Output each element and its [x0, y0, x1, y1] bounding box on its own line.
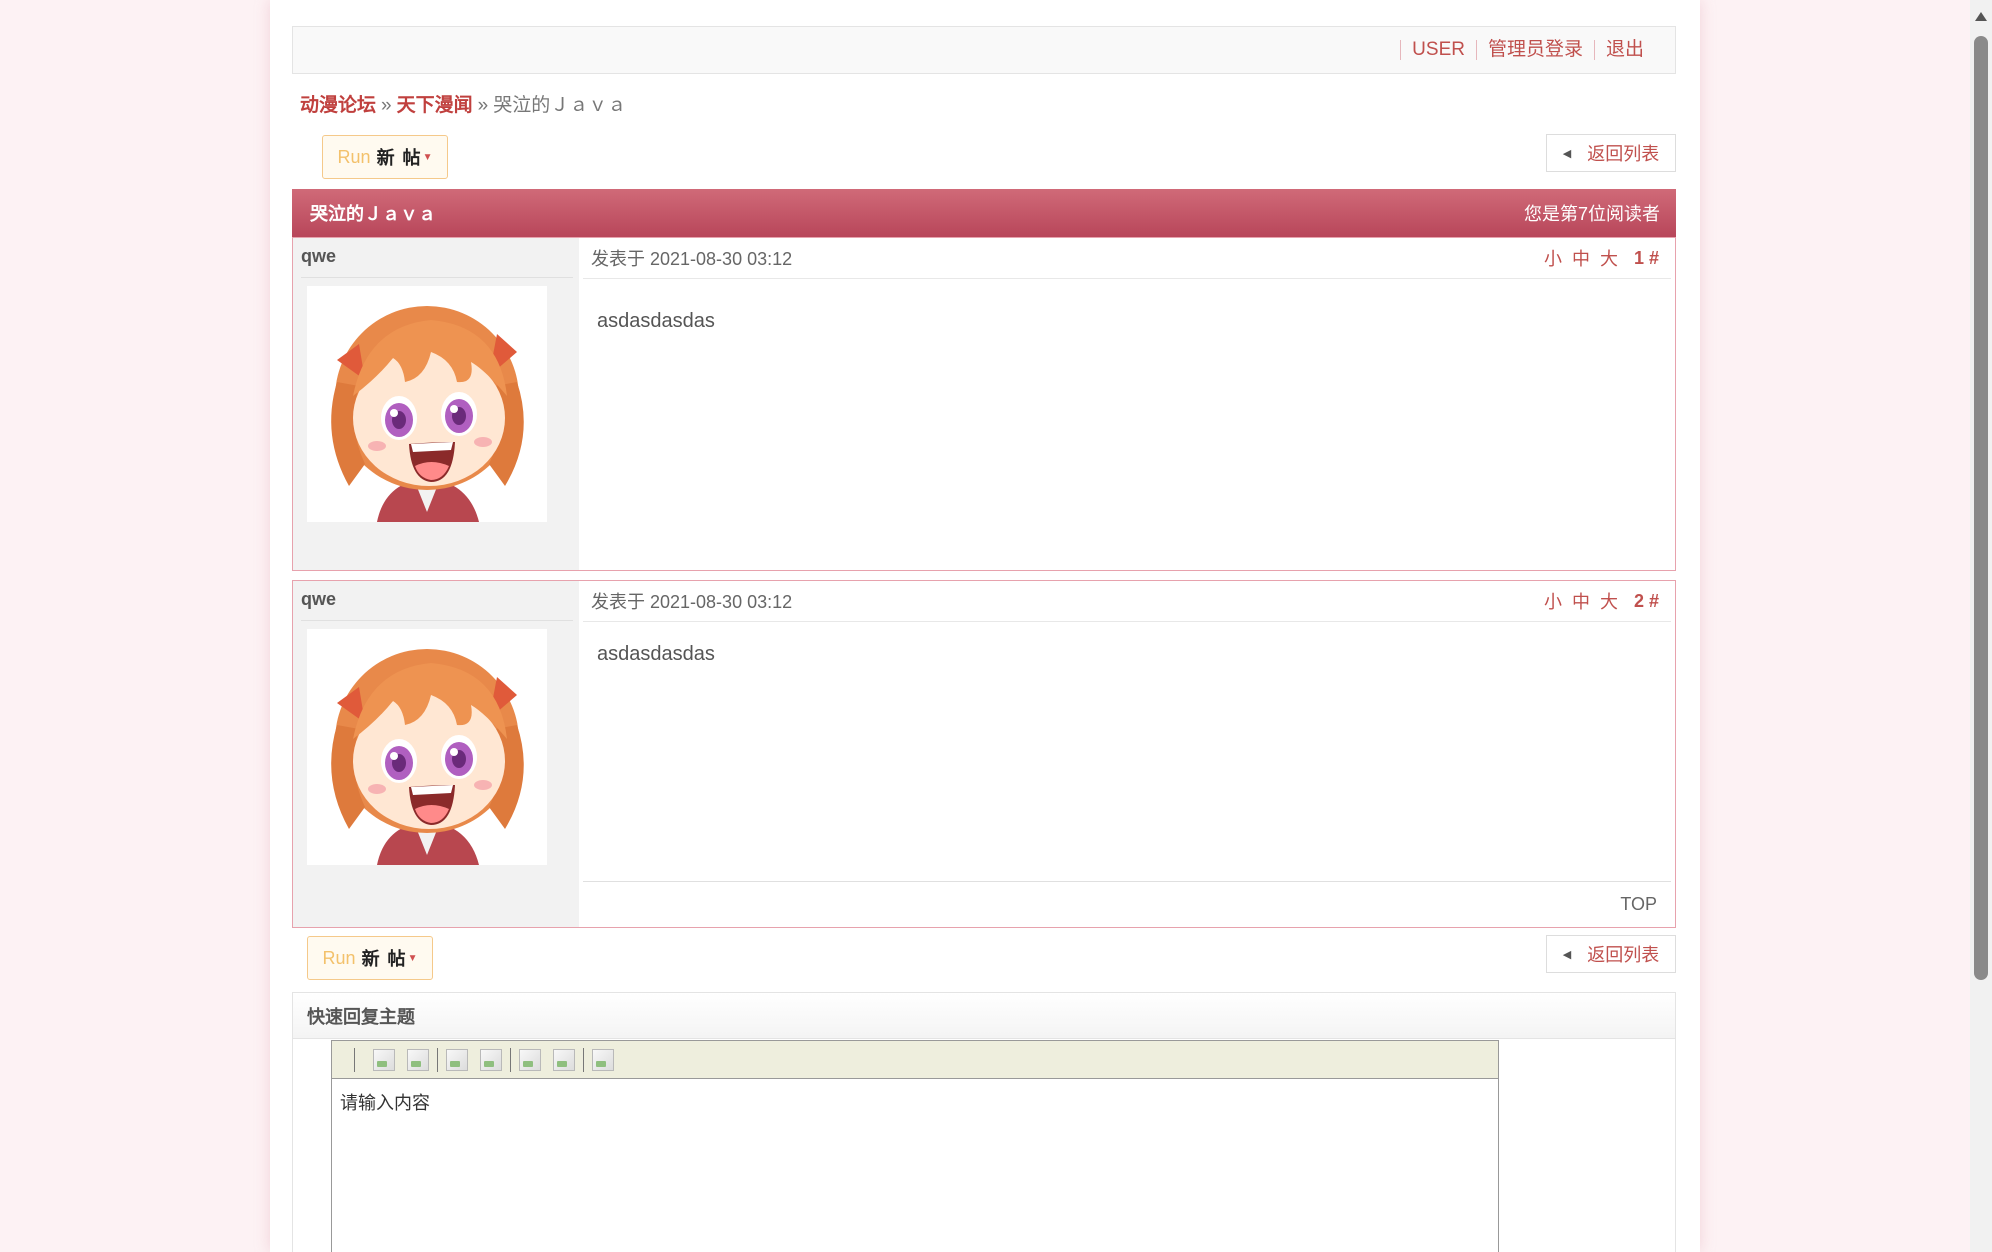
bold-icon[interactable]: [373, 1048, 395, 1071]
align-center-icon[interactable]: [480, 1048, 502, 1071]
logout-link[interactable]: 退出: [1593, 40, 1655, 60]
post-meta: 发表于 2021-08-30 03:12 小 中 大 2 #: [583, 581, 1671, 622]
run-label: Run: [322, 947, 356, 968]
chevron-down-icon: ▼: [422, 151, 433, 163]
font-small-button[interactable]: 小: [1544, 588, 1562, 614]
font-large-button[interactable]: 大: [1600, 245, 1618, 271]
scrollbar-thumb[interactable]: [1974, 36, 1988, 980]
top-bar: USER 管理员登录 退出: [292, 26, 1676, 74]
new-post-button-bottom[interactable]: Run 新帖 ▼: [307, 936, 433, 980]
breadcrumb-forum[interactable]: 动漫论坛: [300, 95, 376, 116]
thread-title: 哭泣的Ｊａｖａ: [310, 204, 436, 224]
page-container: USER 管理员登录 退出 动漫论坛» 天下漫闻» 哭泣的Ｊａｖａ Run 新帖 ▼…: [270, 0, 1700, 1252]
insert-link-icon[interactable]: [519, 1048, 541, 1071]
user-link[interactable]: USER: [1400, 40, 1476, 60]
new-post-label: 新帖: [361, 949, 414, 969]
back-to-list-button[interactable]: ◀ 返回列表: [1546, 134, 1676, 172]
toolbar-divider: [583, 1047, 584, 1072]
emoticon-icon[interactable]: [592, 1048, 614, 1071]
toolbar-divider: [510, 1047, 511, 1072]
reader-count: 您是第7位阅读者: [1523, 204, 1660, 224]
user-links: USER 管理员登录 退出: [1400, 27, 1655, 73]
breadcrumb-separator: »: [477, 95, 489, 116]
post-timestamp: 发表于 2021-08-30 03:12: [591, 592, 793, 612]
quick-reply-title: 快速回复主题: [293, 993, 1675, 1039]
font-medium-button[interactable]: 中: [1572, 245, 1590, 271]
breadcrumb-separator: »: [381, 95, 392, 116]
thread-header: 哭泣的Ｊａｖａ 您是第7位阅读者: [292, 189, 1676, 237]
editor-toolbar: [332, 1041, 1498, 1079]
back-to-top-link[interactable]: TOP: [1620, 894, 1657, 915]
arrow-left-icon: ◀: [1562, 147, 1572, 160]
avatar: [307, 629, 547, 865]
post-content: asdasdasdas: [597, 310, 715, 332]
reply-editor: 请输入内容: [331, 1040, 1499, 1252]
font-large-button[interactable]: 大: [1600, 588, 1618, 614]
post-meta: 发表于 2021-08-30 03:12 小 中 大 1 #: [583, 238, 1671, 279]
italic-icon[interactable]: [407, 1048, 429, 1071]
breadcrumb: 动漫论坛» 天下漫闻» 哭泣的Ｊａｖａ: [300, 90, 1684, 117]
insert-image-icon[interactable]: [553, 1048, 575, 1071]
post-username[interactable]: qwe: [301, 589, 573, 621]
breadcrumb-board[interactable]: 天下漫闻: [397, 95, 473, 116]
reply-textarea[interactable]: 请输入内容: [332, 1079, 1498, 1125]
admin-login-link[interactable]: 管理员登录: [1475, 40, 1594, 60]
post-timestamp: 发表于 2021-08-30 03:12: [591, 249, 793, 269]
post-2: qwe 发表于 2021-08-30 03:12 小 中 大 2 # asdas…: [292, 580, 1676, 928]
post-author-panel: qwe: [293, 238, 579, 570]
scroll-up-icon[interactable]: [1975, 12, 1987, 21]
new-post-button[interactable]: Run 新帖 ▼: [322, 135, 448, 179]
back-to-list-label: 返回列表: [1587, 945, 1660, 965]
arrow-left-icon: ◀: [1562, 948, 1572, 961]
font-medium-button[interactable]: 中: [1572, 588, 1590, 614]
font-size-tools: 小 中 大 1 #: [1534, 245, 1659, 271]
toolbar-divider: [354, 1047, 355, 1072]
post-content: asdasdasdas: [597, 643, 715, 665]
font-size-tools: 小 中 大 2 #: [1534, 588, 1659, 614]
vertical-scrollbar[interactable]: [1970, 0, 1992, 1252]
new-post-label: 新帖: [376, 148, 429, 168]
back-to-list-label: 返回列表: [1587, 144, 1660, 164]
font-small-button[interactable]: 小: [1544, 245, 1562, 271]
back-to-list-button-bottom[interactable]: ◀ 返回列表: [1546, 935, 1676, 973]
run-label: Run: [337, 146, 371, 167]
floor-number: 2 #: [1633, 590, 1659, 611]
breadcrumb-topic: 哭泣的Ｊａｖａ: [493, 95, 627, 116]
post-1: qwe 发表于 2021-08-30 03:12 小 中 大 1 # asdas…: [292, 237, 1676, 571]
post-author-panel: qwe: [293, 581, 579, 927]
avatar: [307, 286, 547, 522]
align-left-icon[interactable]: [446, 1048, 468, 1071]
toolbar-divider: [437, 1047, 438, 1072]
post-footer: TOP: [583, 881, 1671, 927]
post-username[interactable]: qwe: [301, 246, 573, 278]
floor-number: 1 #: [1633, 247, 1659, 268]
quick-reply-panel: 快速回复主题 请输入内容: [292, 992, 1676, 1252]
chevron-down-icon: ▼: [407, 952, 418, 964]
